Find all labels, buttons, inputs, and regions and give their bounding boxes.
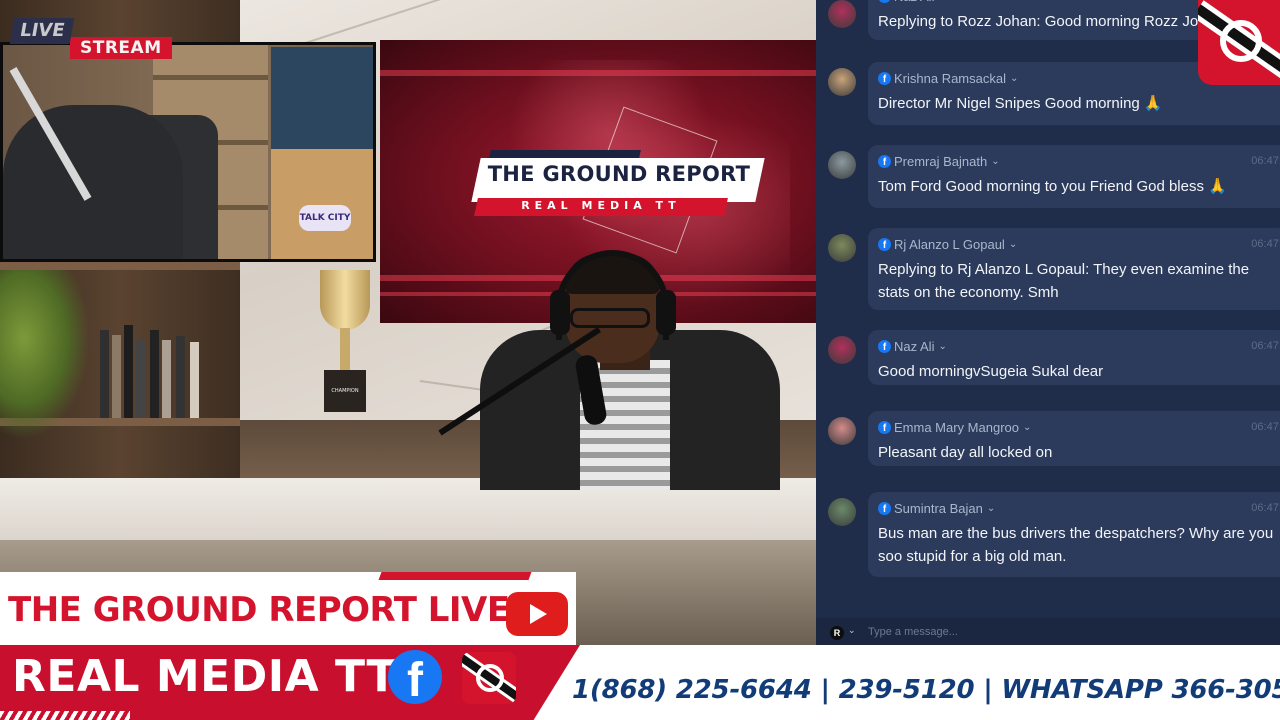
chat-message: fPremraj Bajnath ⌄ 06:47:1 Tom Ford Good mo…	[816, 145, 1280, 218]
chat-message: fNaz Ali ⌄ 06:47:2 Good morningvSugeia Suka…	[816, 330, 1280, 395]
chat-message: fSumintra Bajan ⌄ 06:47:3 Bus man are the b…	[816, 492, 1280, 587]
message-bubble: fEmma Mary Mangroo ⌄ 06:47:2 Pleasant day a…	[868, 411, 1280, 466]
avatar[interactable]	[828, 68, 856, 96]
talk-city-sticker: TALK CITY	[299, 205, 351, 231]
message-bubble: fSumintra Bajan ⌄ 06:47:3 Bus man are the b…	[868, 492, 1280, 577]
facebook-icon: f	[878, 71, 891, 85]
message-text: Director Mr Nigel Snipes Good morning 🙏	[878, 95, 1163, 112]
wall-screen-subtitle: REAL MEDIA TT	[521, 199, 681, 212]
bottom-banner: REAL MEDIA TT 1(868) 225-6644 | 239-5120…	[0, 645, 1280, 720]
avatar[interactable]	[828, 234, 856, 262]
chevron-down-icon[interactable]: ⌄	[1010, 73, 1018, 84]
plant	[0, 270, 90, 440]
wall-screen-title: THE GROUND REPORT	[487, 162, 751, 186]
chevron-down-icon[interactable]: ⌄	[1023, 422, 1031, 433]
chevron-down-icon[interactable]: ⌄	[848, 625, 856, 636]
lower-third: THE GROUND REPORT LIVE	[0, 572, 816, 645]
trophy: CHAMPION	[310, 270, 380, 415]
message-timestamp: 06:47:1	[1251, 155, 1280, 167]
message-timestamp: 06:47:2	[1251, 421, 1280, 433]
chevron-down-icon[interactable]: ⌄	[987, 503, 995, 514]
facebook-icon: f	[878, 237, 891, 251]
chevron-down-icon[interactable]: ⌄	[1009, 239, 1017, 250]
message-timestamp: 06:47:3	[1251, 502, 1280, 514]
commenter-name[interactable]: Rj Alanzo L Gopaul	[894, 237, 1005, 252]
message-bubble: fNaz Ali ⌄ 06:47:2 Good morningvSugeia Suka…	[868, 330, 1280, 385]
avatar[interactable]	[828, 498, 856, 526]
avatar[interactable]	[828, 0, 856, 28]
commenter-name[interactable]: Naz Ali	[894, 0, 934, 4]
youtube-icon	[506, 592, 568, 636]
commenter-name[interactable]: Naz Ali	[894, 339, 934, 354]
avatar[interactable]	[828, 336, 856, 364]
facebook-icon: f	[878, 154, 891, 168]
message-bubble: fPremraj Bajnath ⌄ 06:47:1 Tom Ford Good mo…	[868, 145, 1280, 208]
message-timestamp: 06:47:2	[1251, 340, 1280, 352]
avatar[interactable]	[828, 417, 856, 445]
guest	[3, 105, 183, 259]
live-stream-frame: THE GROUND REPORT REAL MEDIA TT CHAMPION	[0, 0, 1280, 720]
facebook-icon: f	[388, 650, 442, 704]
trinidad-flag-logo-icon	[1198, 0, 1280, 85]
presenter	[420, 250, 800, 490]
message-text: Bus man are the bus drivers the despatch…	[878, 525, 1274, 565]
chat-message: fEmma Mary Mangroo ⌄ 06:47:2 Pleasant day a…	[816, 411, 1280, 476]
message-text: Replying to Rj Alanzo L Gopaul: They eve…	[878, 261, 1250, 301]
chevron-down-icon[interactable]: ⌄	[938, 341, 946, 352]
commenter-name[interactable]: Emma Mary Mangroo	[894, 420, 1019, 435]
chat-input-bar: R ⌄ Type a message...	[816, 618, 1280, 645]
message-text: Good morningvSugeia Sukal dear	[878, 363, 1104, 380]
brand-name: REAL MEDIA TT	[12, 651, 397, 702]
avatar[interactable]	[828, 151, 856, 179]
chevron-down-icon[interactable]: ⌄	[938, 0, 946, 2]
commenter-name[interactable]: Premraj Bajnath	[894, 154, 987, 169]
chevron-down-icon[interactable]: ⌄	[991, 156, 999, 167]
live-badge: LIVE	[9, 18, 75, 44]
stream-badge: STREAM	[70, 37, 172, 59]
facebook-icon: f	[878, 501, 891, 515]
account-avatar[interactable]: R	[830, 626, 844, 640]
chat-message: fRj Alanzo L Gopaul ⌄ 06:47:2Replying to R…	[816, 228, 1280, 320]
trophy-plate: CHAMPION	[331, 388, 359, 394]
message-text: Tom Ford Good morning to you Friend God …	[878, 178, 1227, 195]
message-bubble: fRj Alanzo L Gopaul ⌄ 06:47:2Replying to R…	[868, 228, 1280, 310]
facebook-icon: f	[878, 420, 891, 434]
message-timestamp: 06:47:2	[1251, 238, 1280, 250]
commenter-name[interactable]: Krishna Ramsackal	[894, 71, 1006, 86]
chat-message-input[interactable]: Type a message...	[868, 626, 958, 638]
facebook-icon: f	[878, 0, 891, 3]
pip-camera-feed: TALK CITY	[0, 42, 376, 262]
trinidad-flag-badge-icon	[462, 652, 516, 704]
show-title: THE GROUND REPORT LIVE	[8, 590, 510, 630]
contact-numbers: 1(868) 225-6644 | 239-5120 | WHATSAPP 36…	[572, 675, 1280, 705]
commenter-name[interactable]: Sumintra Bajan	[894, 501, 983, 516]
live-chat-panel: fNaz Ali⌄Replying to Rozz Johan: Good mo…	[816, 0, 1280, 645]
facebook-icon: f	[878, 339, 891, 353]
message-text: Pleasant day all locked on	[878, 444, 1053, 461]
